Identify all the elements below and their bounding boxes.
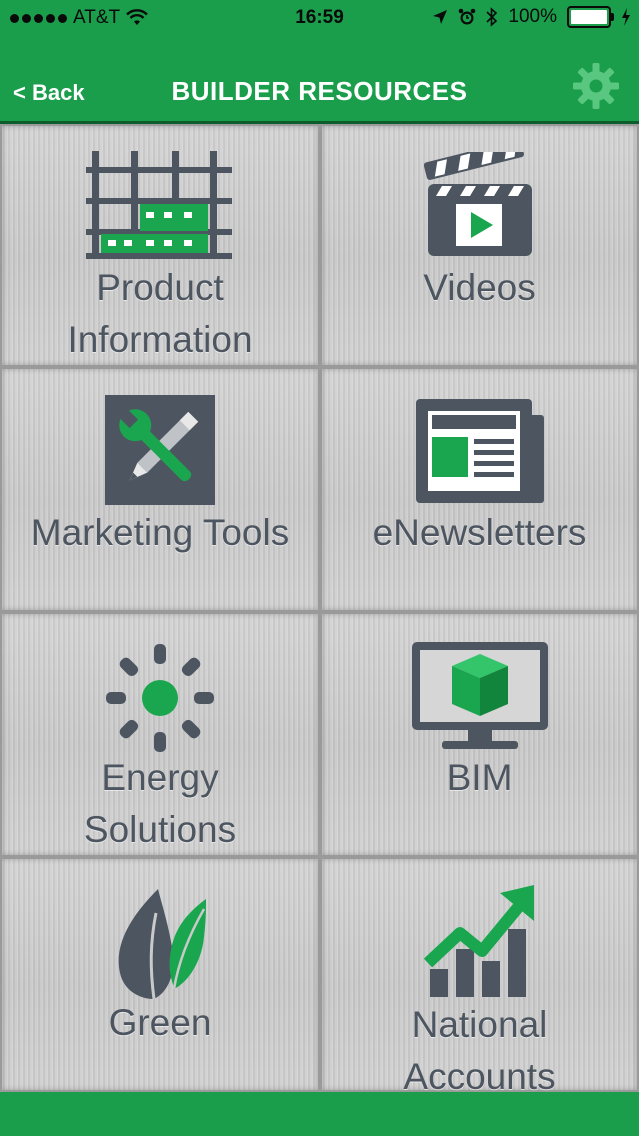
- tile-energy-solutions[interactable]: Energy Solutions: [0, 612, 320, 857]
- location-arrow-icon: [433, 10, 448, 24]
- leaf-icon: [118, 889, 206, 1000]
- wrench-pencil-icon: [105, 395, 215, 505]
- tile-enewsletters[interactable]: eNewsletters: [320, 367, 639, 612]
- tile-label: Videos: [423, 267, 536, 308]
- tile-marketing-tools[interactable]: Marketing Tools: [0, 367, 320, 612]
- tile-label: Information: [67, 319, 253, 360]
- gear-icon[interactable]: [572, 62, 620, 110]
- bluetooth-icon: [486, 7, 498, 27]
- tile-label: Green: [108, 1002, 212, 1043]
- newspaper-icon: [415, 399, 544, 503]
- tile-national-accounts[interactable]: National Accounts: [320, 857, 639, 1097]
- tile-label: Energy: [101, 757, 219, 798]
- tile-label: eNewsletters: [372, 512, 587, 553]
- sun-icon: [106, 644, 214, 752]
- product-grid-icon: [86, 151, 232, 259]
- status-bar: AT&T 16:59 100%: [0, 0, 639, 40]
- monitor-cube-icon: [411, 642, 548, 749]
- resource-grid: Product Information Videos Marketing Too…: [0, 124, 639, 1097]
- alarm-clock-icon: [459, 8, 476, 25]
- navigation-bar: < Back BUILDER RESOURCES: [0, 40, 639, 124]
- tile-videos[interactable]: Videos: [320, 124, 639, 367]
- bottom-bar: [0, 1092, 639, 1136]
- growth-chart-icon: [423, 885, 534, 997]
- tile-label: Solutions: [83, 809, 237, 850]
- tile-bim[interactable]: BIM: [320, 612, 639, 857]
- status-right: 100%: [432, 6, 631, 28]
- tile-green[interactable]: Green: [0, 857, 320, 1092]
- tile-label: Marketing Tools: [30, 512, 290, 553]
- charging-bolt-icon: [622, 8, 630, 26]
- tile-product-information[interactable]: Product Information: [0, 124, 320, 367]
- battery-percentage: 100%: [508, 6, 557, 27]
- page-title: BUILDER RESOURCES: [171, 76, 468, 106]
- tile-label: BIM: [446, 757, 513, 798]
- battery-icon: [567, 6, 614, 28]
- tile-label: National: [411, 1004, 548, 1045]
- tile-label: Product: [96, 267, 224, 308]
- clapperboard-icon: [423, 152, 532, 256]
